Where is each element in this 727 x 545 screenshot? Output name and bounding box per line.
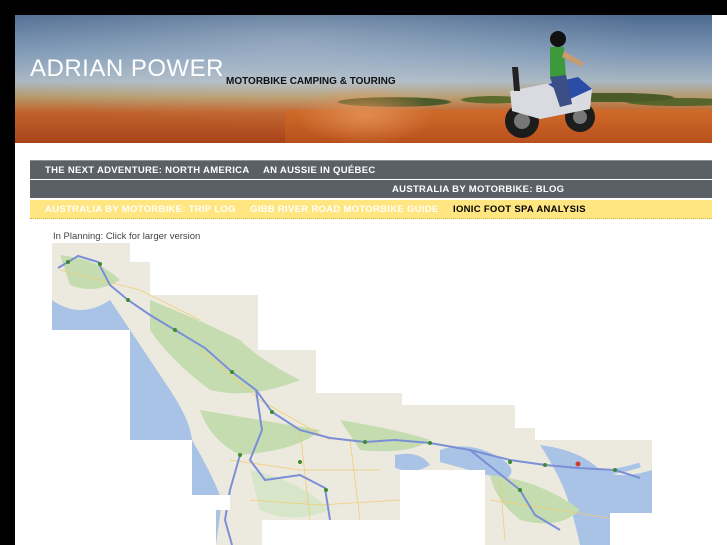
nav-link-australia-blog[interactable]: AUSTRALIA BY MOTORBIKE: BLOG — [392, 184, 564, 195]
map-caption: In Planning: Click for larger version — [53, 231, 201, 242]
site-title[interactable]: ADRIAN POWER — [30, 55, 224, 83]
nav-link-aussie-in-quebec[interactable]: AN AUSSIE IN QUÉBEC — [263, 165, 376, 176]
nav-link-north-america[interactable]: THE NEXT ADVENTURE: NORTH AMERICA — [45, 165, 249, 176]
primary-nav: THE NEXT ADVENTURE: NORTH AMERICA AN AUS… — [30, 160, 712, 179]
dust-cloud — [295, 85, 435, 143]
nav-link-gibb-river-road[interactable]: GIBB RIVER ROAD MOTORBIKE GUIDE — [250, 204, 439, 215]
tertiary-nav: AUSTRALIA BY MOTORBIKE: TRIP LOG GIBB RI… — [30, 200, 712, 219]
motorbike-rider-image — [505, 31, 595, 138]
site-tagline: MOTORBIKE CAMPING & TOURING — [226, 76, 396, 87]
nav-link-ionic-foot-spa[interactable]: IONIC FOOT SPA ANALYSIS — [453, 204, 586, 215]
route-map-link[interactable] — [52, 243, 652, 545]
nav-link-trip-log[interactable]: AUSTRALIA BY MOTORBIKE: TRIP LOG — [45, 204, 236, 215]
secondary-nav: AUSTRALIA BY MOTORBIKE: BLOG — [30, 180, 712, 198]
